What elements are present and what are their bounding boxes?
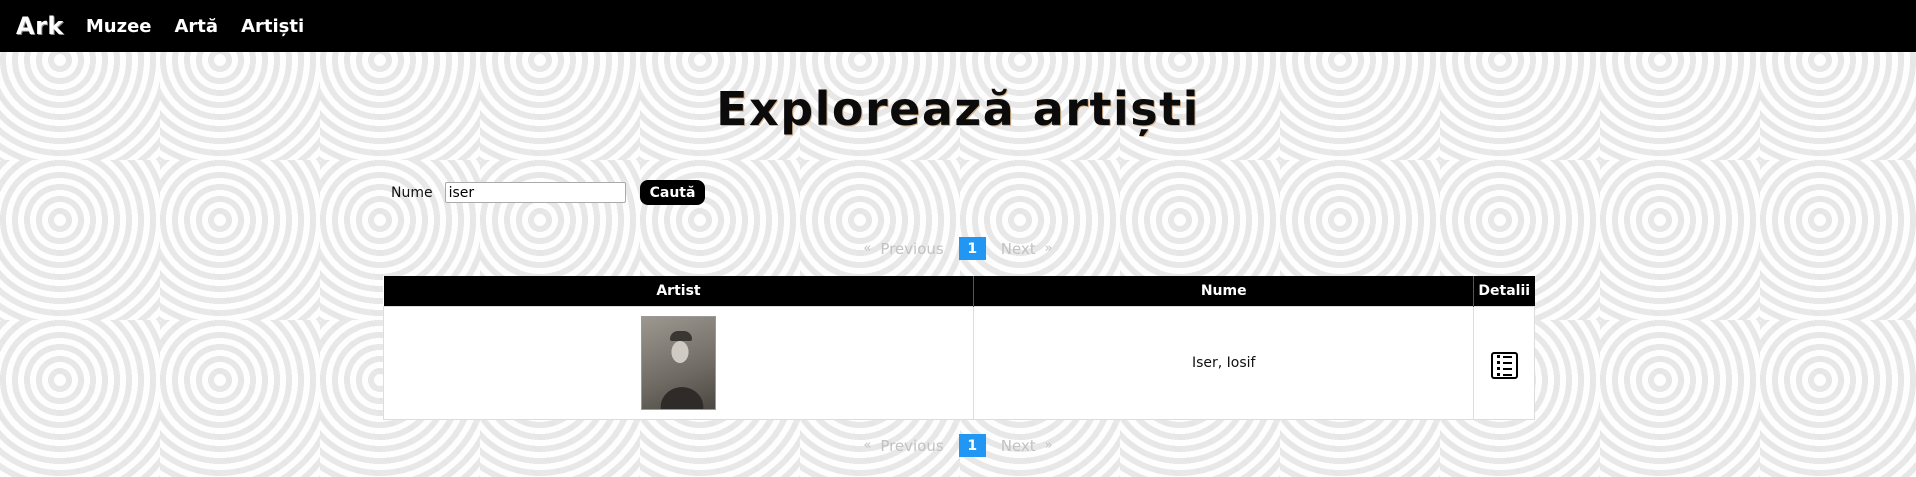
search-form: Nume Caută (391, 180, 706, 205)
nav-link-artisti[interactable]: Artiști (241, 16, 304, 37)
list-details-icon[interactable] (1490, 352, 1518, 379)
artists-table: Artist Nume Detalii Iser, Iosif (382, 276, 1535, 420)
brand-logo[interactable]: Ark (16, 12, 64, 40)
artist-image-cell (382, 305, 975, 420)
next-link[interactable]: Next (1001, 437, 1036, 455)
search-label: Nume (391, 184, 433, 201)
nav-link-arta[interactable]: Artă (175, 16, 219, 37)
search-input[interactable] (444, 182, 626, 203)
artist-name-cell: Iser, Iosif (973, 305, 1474, 420)
top-navbar: Ark Muzee Artă Artiști (0, 0, 1916, 52)
artist-portrait-image[interactable] (641, 315, 717, 410)
page-link-1[interactable]: 1 (958, 434, 986, 457)
header-detalii: Detalii (1473, 276, 1535, 306)
page-link-1[interactable]: 1 (958, 237, 986, 260)
table-header-row: Artist Nume Detalii (383, 276, 1535, 306)
page-title: Explorează artiști (716, 82, 1200, 136)
prev-arrow-icon: « (863, 438, 872, 453)
details-cell (1473, 305, 1535, 420)
next-arrow-icon: » (1044, 438, 1053, 453)
pagination-bottom: « Previous 1 Next » (0, 434, 1916, 457)
artists-table-container: Artist Nume Detalii Iser, Iosif (382, 276, 1535, 420)
header-nume: Nume (973, 276, 1474, 306)
search-button[interactable]: Caută (639, 180, 706, 205)
next-arrow-icon: » (1044, 241, 1053, 256)
prev-arrow-icon: « (863, 241, 872, 256)
previous-link[interactable]: Previous (880, 437, 943, 455)
nav-link-muzee[interactable]: Muzee (86, 16, 152, 37)
next-link[interactable]: Next (1001, 240, 1036, 258)
previous-link[interactable]: Previous (880, 240, 943, 258)
pagination-top: « Previous 1 Next » (0, 237, 1916, 260)
header-artist: Artist (383, 276, 975, 306)
table-row: Iser, Iosif (382, 305, 1535, 420)
